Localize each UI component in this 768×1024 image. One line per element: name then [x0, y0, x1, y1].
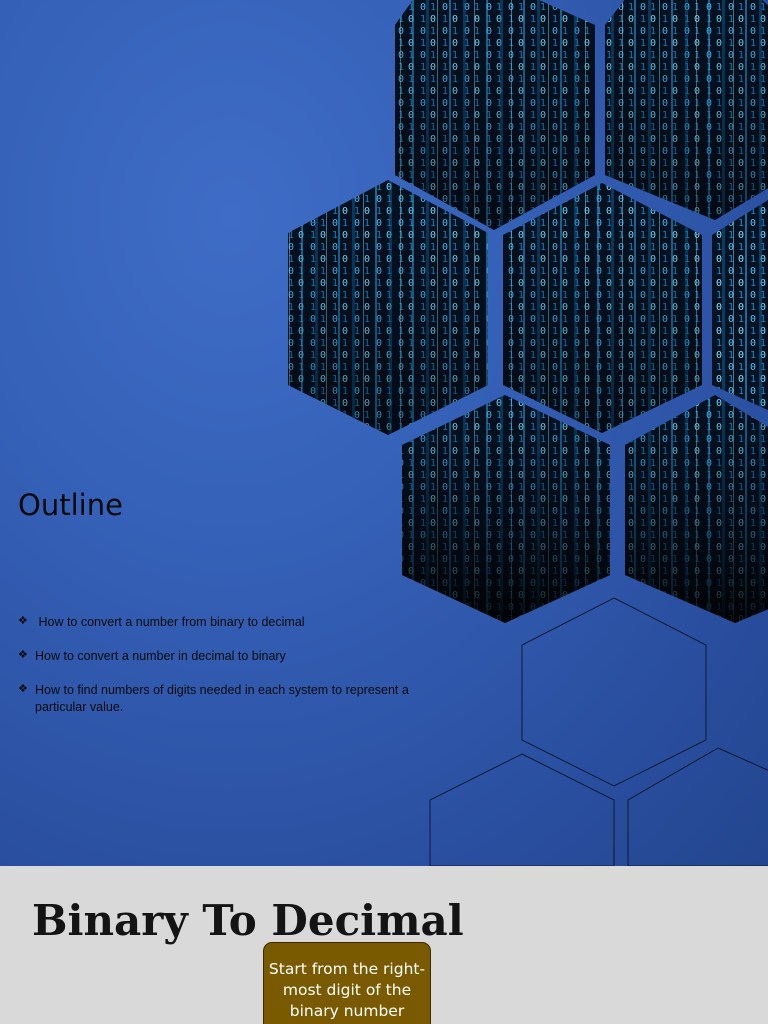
matrix-hexagon-6 [402, 395, 610, 623]
list-item: ❖ How to find numbers of digits needed i… [18, 682, 438, 716]
bullet-text: How to convert a number from binary to d… [35, 615, 305, 629]
hexagon-decoration: 0 1 1 0 [288, 0, 768, 866]
binary-to-decimal-slide: Binary To Decimal Start from the right-m… [0, 866, 768, 1024]
matrix-hexagon-1 [395, 0, 595, 230]
diamond-bullet-icon: ❖ [18, 683, 28, 695]
bullet-list: ❖ How to convert a number from binary to… [18, 614, 438, 733]
list-item: ❖ How to convert a number in decimal to … [18, 648, 438, 665]
bullet-text: How to find numbers of digits needed in … [35, 683, 409, 714]
outline-title: Outline [18, 488, 123, 522]
diamond-bullet-icon: ❖ [18, 649, 28, 661]
outline-hexagons [429, 597, 768, 866]
bullet-text: How to convert a number in decimal to bi… [35, 649, 286, 663]
slide-title: Binary To Decimal [32, 896, 464, 945]
matrix-hexagon-4 [503, 183, 702, 433]
outline-slide: 0 1 1 0 [0, 0, 768, 866]
callout-box: Start from the right-most digit of the b… [263, 942, 431, 1024]
matrix-hexagon-2 [605, 0, 768, 220]
list-item: ❖ How to convert a number from binary to… [18, 614, 438, 631]
matrix-hexagon-3 [288, 180, 488, 435]
matrix-hexagon-5 [712, 200, 768, 410]
matrix-hexagon-7 [625, 395, 768, 623]
diamond-bullet-icon: ❖ [18, 615, 28, 627]
